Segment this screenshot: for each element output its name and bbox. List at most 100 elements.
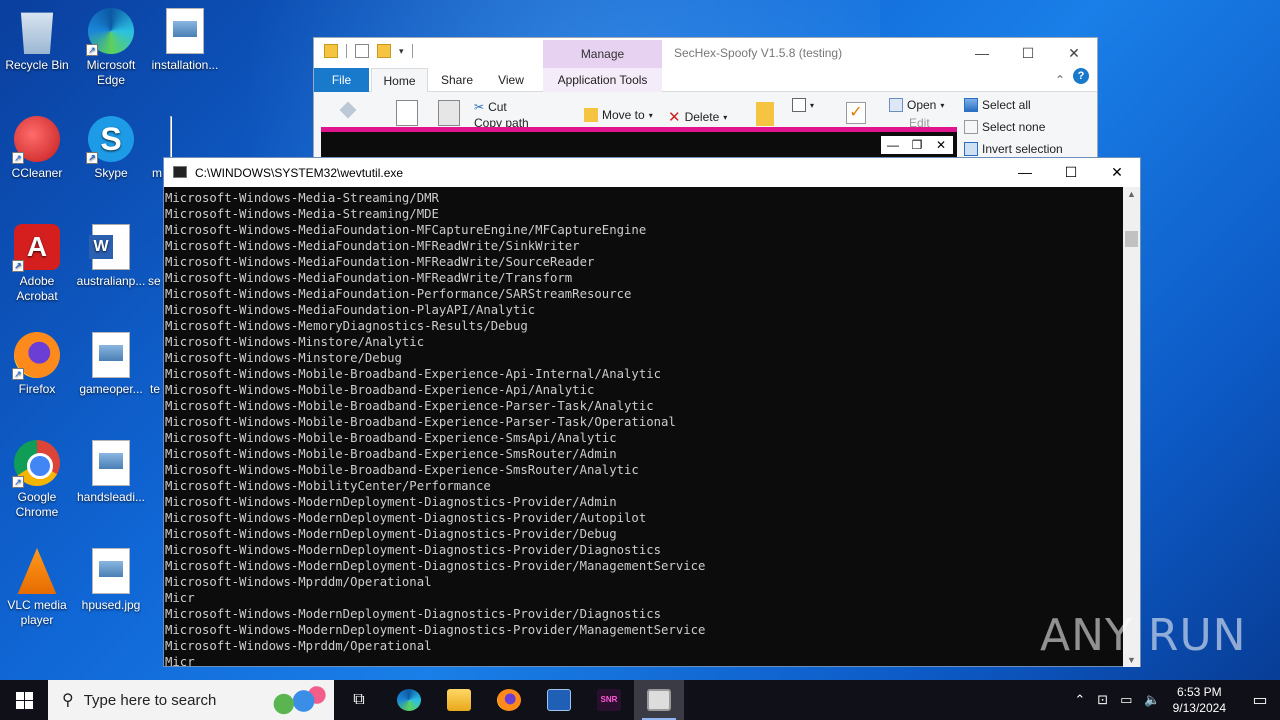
minimize-icon[interactable]: — <box>1002 158 1048 187</box>
tab-home[interactable]: Home <box>371 68 428 92</box>
folder-icon[interactable] <box>324 44 338 58</box>
console-line: Microsoft-Windows-Mobile-Broadband-Exper… <box>165 447 617 461</box>
console-line: Microsoft-Windows-Mobile-Broadband-Exper… <box>165 383 595 397</box>
desktop-icon-chrome[interactable]: ↗ Google Chrome <box>0 440 74 520</box>
maximize-icon[interactable]: ❐ <box>905 136 929 154</box>
taskbar-app[interactable] <box>534 680 584 720</box>
chrome-icon: ↗ <box>12 440 60 488</box>
ccleaner-icon: ↗ <box>12 116 60 164</box>
taskbar-file-explorer[interactable] <box>434 680 484 720</box>
cmd-icon <box>647 689 671 711</box>
shortcut-arrow-icon: ↗ <box>86 152 98 164</box>
taskbar-firefox[interactable] <box>484 680 534 720</box>
paste-icon[interactable] <box>438 100 460 126</box>
pin-icon[interactable] <box>339 101 357 119</box>
search-placeholder: Type here to search <box>83 691 217 709</box>
invert-selection-label: Invert selection <box>982 142 1063 156</box>
tab-view[interactable]: View <box>486 68 536 92</box>
copy-icon[interactable] <box>396 100 418 126</box>
minimize-icon[interactable]: — <box>959 38 1005 68</box>
scroll-up-icon[interactable]: ▲ <box>1127 189 1136 199</box>
console-line: Microsoft-Windows-ModernDeployment-Diagn… <box>165 623 706 637</box>
close-icon[interactable]: ✕ <box>1094 158 1140 187</box>
cut-label: Cut <box>488 100 507 114</box>
wevtutil-console-window[interactable]: C:\WINDOWS\SYSTEM32\wevtutil.exe — ☐ ✕ M… <box>163 157 1141 667</box>
select-all-label: Select all <box>982 98 1031 112</box>
new-item-icon[interactable]: ▾ <box>792 98 814 112</box>
scroll-thumb[interactable] <box>1125 231 1138 247</box>
background-console-window[interactable]: — ❐ ✕ <box>321 127 957 157</box>
new-folder-button[interactable] <box>756 102 774 126</box>
desktop-icon-skype[interactable]: S ↗ Skype <box>74 116 148 181</box>
console-line: Microsoft-Windows-ModernDeployment-Diagn… <box>165 527 617 541</box>
desktop-icon-edge[interactable]: ↗ Microsoft Edge <box>74 8 148 88</box>
console-output[interactable]: Microsoft-Windows-Media-Streaming/DMR Mic… <box>164 187 1124 667</box>
chevron-down-icon: ▾ <box>940 100 945 110</box>
tab-share[interactable]: Share <box>432 68 482 92</box>
maximize-icon[interactable]: ☐ <box>1048 158 1094 187</box>
collapse-ribbon-icon[interactable]: ⌃ <box>1053 68 1067 92</box>
tray-chevron-icon[interactable]: ⌃ <box>1074 692 1085 708</box>
invert-selection-button[interactable]: Invert selection <box>964 142 1063 156</box>
taskbar: ⚲ Type here to search ⧉ SNR ⌃ ⊡ ▭ 🔈 6:53… <box>0 680 1280 720</box>
taskbar-search[interactable]: ⚲ Type here to search <box>48 680 334 720</box>
desktop-icon-hpused[interactable]: hpused.jpg <box>74 548 148 613</box>
app-icon <box>547 689 571 711</box>
notification-icon[interactable]: ▭ <box>1240 690 1280 710</box>
move-to-label: Move to <box>602 108 645 122</box>
task-view-button[interactable]: ⧉ <box>334 680 384 720</box>
tab-file[interactable]: File <box>314 68 369 92</box>
console-line: Microsoft-Windows-MediaFoundation-MFRead… <box>165 239 580 253</box>
delete-x-icon: ✕ <box>668 109 681 126</box>
taskbar-clock[interactable]: 6:53 PM 9/13/2024 <box>1173 684 1226 716</box>
select-none-button[interactable]: Select none <box>964 120 1045 134</box>
console-line: Microsoft-Windows-MediaFoundation-Perfor… <box>165 287 632 301</box>
network-device-icon[interactable]: ⊡ <box>1097 692 1108 708</box>
shortcut-arrow-icon: ↗ <box>86 44 98 56</box>
image-file-icon <box>92 440 130 486</box>
desktop-icon-gameoper[interactable]: gameoper... <box>74 332 148 397</box>
desktop-icon-installation[interactable]: installation... <box>148 8 222 73</box>
volume-icon[interactable]: 🔈 <box>1144 692 1160 708</box>
console-line: Microsoft-Windows-MobilityCenter/Perform… <box>165 479 491 493</box>
desktop-icon-acrobat[interactable]: A ↗ Adobe Acrobat <box>0 224 74 304</box>
taskbar-snr[interactable]: SNR <box>584 680 634 720</box>
vlc-cone-icon <box>17 548 57 594</box>
windows-logo-icon <box>15 691 33 709</box>
console-scrollbar[interactable]: ▲ ▼ <box>1123 187 1140 667</box>
chevron-down-icon[interactable]: ▾ <box>399 46 404 57</box>
manage-contextual-tab[interactable]: Manage <box>543 40 662 68</box>
properties-icon[interactable] <box>355 44 369 58</box>
select-all-button[interactable]: Select all <box>964 98 1031 112</box>
new-folder-icon[interactable] <box>377 44 391 58</box>
maximize-icon[interactable]: ☐ <box>1005 38 1051 68</box>
explorer-titlebar[interactable]: ▾ Manage SecHex-Spoofy V1.5.8 (testing) … <box>314 38 1097 68</box>
desktop-icon-handsleadi[interactable]: handsleadi... <box>74 440 148 505</box>
desktop-icon-label: Google Chrome <box>15 490 59 519</box>
desktop-icon-firefox[interactable]: ↗ Firefox <box>0 332 74 397</box>
minimize-icon[interactable]: — <box>881 136 905 154</box>
cut-button[interactable]: ✂ Cut <box>474 100 507 114</box>
taskbar-console[interactable] <box>634 680 684 720</box>
desktop-icon-vlc[interactable]: VLC media player <box>0 548 74 628</box>
move-to-button[interactable]: Move to ▾ <box>584 108 653 122</box>
console-line: Microsoft-Windows-MemoryDiagnostics-Resu… <box>165 319 528 333</box>
desktop-icon-ccleaner[interactable]: ↗ CCleaner <box>0 116 74 181</box>
help-icon[interactable]: ? <box>1073 68 1089 84</box>
snr-icon: SNR <box>597 689 621 711</box>
desktop-icon-australianp[interactable]: W australianp... <box>74 224 148 289</box>
tab-application-tools[interactable]: Application Tools <box>543 68 662 92</box>
delete-button[interactable]: ✕ Delete ▾ <box>668 108 727 126</box>
close-icon[interactable]: ✕ <box>929 136 953 154</box>
desktop-icon-recycle-bin[interactable]: Recycle Bin <box>0 8 74 73</box>
console-line: Microsoft-Windows-Minstore/Analytic <box>165 335 425 349</box>
system-tray: ⌃ ⊡ ▭ 🔈 6:53 PM 9/13/2024 ▭ <box>1074 680 1280 720</box>
taskbar-edge[interactable] <box>384 680 434 720</box>
start-button[interactable] <box>0 680 48 720</box>
network-icon[interactable]: ▭ <box>1120 692 1132 708</box>
close-icon[interactable]: ✕ <box>1051 38 1097 68</box>
open-button[interactable]: Open ▾ <box>889 98 944 112</box>
console-titlebar[interactable]: C:\WINDOWS\SYSTEM32\wevtutil.exe — ☐ ✕ <box>164 158 1140 187</box>
properties-check-icon[interactable]: ✓ <box>846 102 866 124</box>
desktop-icon-label: australianp... <box>76 274 146 288</box>
